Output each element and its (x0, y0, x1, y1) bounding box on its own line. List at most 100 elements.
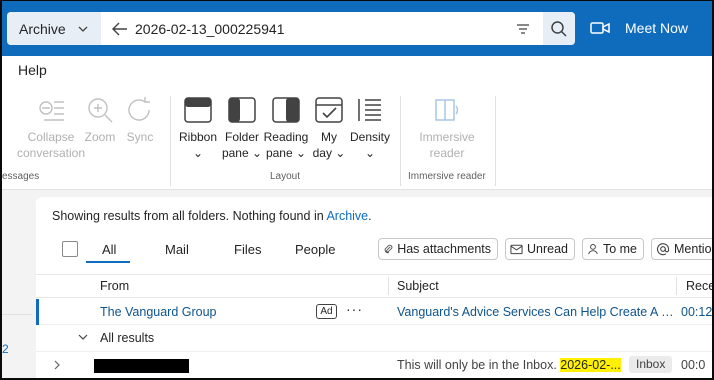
search-box: Archive 2026-02-13_000225941 (7, 12, 575, 45)
zoom-icon (88, 98, 113, 123)
more-options-icon[interactable]: ··· (346, 301, 363, 317)
folder-pane-label-1: Folder (224, 130, 259, 144)
chevron-down-icon (78, 26, 88, 32)
reading-pane-button[interactable]: Reading pane ⌄ (262, 96, 310, 161)
zoom-label: Zoom (84, 130, 116, 144)
reading-pane-label-1: Reading (263, 130, 309, 144)
result-subject-text: This will only be in the Inbox. (397, 358, 561, 372)
density-label-2: ⌄ (364, 146, 376, 160)
results-folder-link[interactable]: Archive (326, 209, 368, 223)
immersive-reader-button[interactable]: Immersive reader (412, 96, 482, 161)
ad-row[interactable]: The Vanguard Group Ad ··· Vanguard's Adv… (36, 299, 713, 325)
tab-files[interactable]: Files (234, 242, 261, 257)
unread-filter[interactable]: Unread (505, 238, 575, 260)
column-divider[interactable] (388, 277, 389, 295)
my-day-icon (315, 97, 343, 123)
column-divider[interactable] (676, 277, 677, 295)
redacted-sender (94, 359, 189, 373)
at-sign-icon (656, 243, 670, 256)
selection-accent (36, 299, 39, 325)
results-group-label: All results (100, 331, 155, 345)
zoom-button[interactable]: Zoom (82, 96, 118, 145)
density-button[interactable]: Density ⌄ (348, 96, 392, 161)
search-button[interactable] (543, 12, 575, 45)
back-arrow-icon[interactable] (111, 20, 129, 38)
folder-badge: Inbox (629, 356, 673, 373)
search-results-panel: Showing results from all folders. Nothin… (36, 197, 713, 380)
meet-now-label: Meet Now (625, 20, 689, 36)
folder-pane-button[interactable]: Folder pane ⌄ (220, 96, 264, 161)
layout-group-label: Layout (270, 171, 301, 182)
mentions-label: Mentio (674, 242, 712, 256)
to-me-label: To me (602, 242, 637, 256)
folder-count: 2 (2, 342, 9, 356)
search-input[interactable]: 2026-02-13_000225941 (135, 21, 513, 37)
messages-group-label: essages (2, 171, 40, 182)
collapse-icon (39, 101, 64, 121)
tab-people[interactable]: People (295, 242, 335, 257)
results-info-text: Showing results from all folders. Nothin… (52, 209, 327, 223)
has-attachments-label: Has attachments (397, 242, 491, 256)
immersive-label-1: Immersive (419, 130, 475, 144)
column-received[interactable]: Recei (686, 279, 713, 293)
paperclip-icon (384, 244, 393, 254)
window-border (0, 0, 714, 1)
list-item[interactable]: This will only be in the Inbox. 2026-02-… (36, 351, 713, 377)
video-camera-icon (590, 22, 610, 34)
sync-label: Sync (126, 130, 154, 144)
ribbon-label-1: Ribbon (178, 130, 218, 144)
search-scope-dropdown[interactable]: Archive (7, 12, 101, 45)
results-info: Showing results from all folders. Nothin… (52, 209, 372, 223)
filter-row: All Mail Files People Has attachments Un… (36, 234, 713, 264)
unread-label: Unread (527, 242, 568, 256)
result-subject: This will only be in the Inbox. 2026-02-… (397, 358, 621, 372)
ribbon-divider (495, 96, 496, 186)
folder-pane-icon (228, 97, 256, 123)
to-me-filter[interactable]: To me (582, 238, 644, 260)
person-icon (588, 244, 598, 255)
ribbon-icon (184, 97, 212, 123)
chevron-down-icon (78, 334, 88, 340)
active-tab-indicator (86, 261, 130, 263)
density-label-1: Density (349, 130, 390, 144)
envelope-icon (510, 244, 523, 255)
results-group-header[interactable]: All results (36, 326, 713, 350)
filter-icon[interactable] (513, 19, 533, 39)
column-subject[interactable]: Subject (397, 279, 439, 293)
ad-sender: The Vanguard Group (100, 305, 217, 319)
chevron-right-icon[interactable] (53, 360, 61, 370)
ribbon: Collapse conversation Zoom Sync essages … (2, 86, 713, 190)
reading-pane-label-2: pane ⌄ (265, 146, 307, 160)
my-day-button[interactable]: My day ⌄ (310, 96, 348, 161)
mentions-filter[interactable]: Mentio (651, 238, 713, 260)
ad-subject: Vanguard's Advice Services Can Help Crea… (397, 305, 675, 319)
my-day-label-2: day ⌄ (312, 146, 346, 160)
folder-pane-label-2: pane ⌄ (221, 146, 263, 160)
ribbon-divider (170, 96, 171, 186)
column-header: From Subject Recei (36, 274, 713, 298)
menu-bar: Help (2, 56, 713, 86)
tab-all[interactable]: All (102, 242, 116, 257)
search-highlight: 2026-02-... (560, 358, 621, 372)
meet-now-button[interactable]: Meet Now (590, 16, 688, 40)
collapse-label-2: conversation (16, 146, 86, 160)
top-bar: Archive 2026-02-13_000225941 Meet Now (0, 0, 714, 56)
ad-time: 00:12 (681, 305, 713, 319)
ad-badge: Ad (316, 304, 337, 319)
sync-button[interactable]: Sync (122, 96, 158, 145)
search-scope-label: Archive (19, 20, 66, 37)
collapse-conversation-button[interactable]: Collapse conversation (16, 96, 86, 161)
select-all-checkbox[interactable] (62, 241, 78, 257)
results-info-end: . (368, 209, 372, 223)
ribbon-toggle-button[interactable]: Ribbon ⌄ (176, 96, 220, 161)
column-from[interactable]: From (100, 279, 129, 293)
result-time: 00:0 (681, 358, 706, 372)
mail-app: Help Collapse conversation Zoom Sync ess… (2, 56, 713, 380)
folder-pane-divider (2, 314, 32, 315)
has-attachments-filter[interactable]: Has attachments (378, 238, 498, 260)
menu-help[interactable]: Help (18, 62, 47, 78)
my-day-label-1: My (321, 130, 337, 144)
tab-mail[interactable]: Mail (165, 242, 189, 257)
ribbon-label-2: ⌄ (192, 146, 204, 160)
collapse-label-1: Collapse (27, 130, 75, 144)
